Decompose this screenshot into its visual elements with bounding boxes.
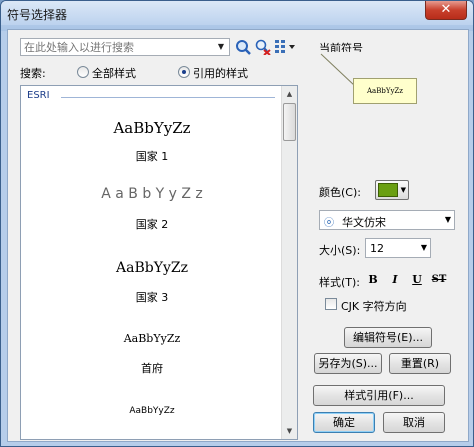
search-box[interactable]: ▼ — [20, 38, 230, 56]
symbol-preview[interactable]: AaBbYyZz — [21, 119, 283, 137]
symbol-preview[interactable]: AaBbYyZz — [21, 406, 283, 416]
style-label: 样式(T): — [319, 276, 361, 289]
clear-search-icon[interactable] — [255, 39, 271, 55]
bold-button[interactable]: B — [364, 271, 382, 289]
strikethrough-button[interactable]: ST — [430, 271, 448, 289]
window-title: 符号选择器 — [7, 8, 68, 22]
grid-view-icon[interactable] — [274, 39, 296, 55]
radio-all-styles[interactable] — [77, 66, 89, 78]
group-divider — [61, 97, 275, 98]
search-icon[interactable] — [235, 39, 251, 55]
cancel-button[interactable]: 取消 — [383, 412, 445, 433]
chevron-down-icon: ▼ — [420, 243, 427, 252]
symbol-preview[interactable]: A a B b Y y Z z — [21, 186, 283, 202]
scroll-up-icon[interactable]: ▲ — [282, 86, 297, 102]
color-swatch — [378, 183, 398, 197]
font-type-icon: ⓞ — [324, 218, 334, 229]
italic-button[interactable]: I — [386, 271, 404, 289]
save-as-button[interactable]: 另存为(S)... — [314, 353, 382, 374]
font-value: 华文仿宋 — [342, 216, 386, 229]
radio-all-styles-label[interactable]: 全部样式 — [92, 65, 136, 81]
size-value: 12 — [370, 242, 384, 255]
symbol-list[interactable]: ESRI AaBbYyZz 国家 1 A a B b Y y Z z 国家 2 … — [20, 85, 298, 440]
symbol-name[interactable]: 首府 — [21, 360, 283, 376]
cjk-orientation-label[interactable]: CJK 字符方向 — [341, 298, 407, 314]
ok-button[interactable]: 确定 — [313, 412, 375, 433]
symbol-name[interactable]: 国家 3 — [21, 289, 283, 305]
symbol-name[interactable]: 国家 2 — [21, 216, 283, 232]
symbol-preview[interactable]: AaBbYyZz — [21, 260, 283, 276]
font-select[interactable]: ⓞ 华文仿宋 ▼ — [319, 210, 455, 230]
color-label: 颜色(C): — [319, 186, 361, 199]
filter-label: 搜索: — [20, 67, 46, 80]
dialog-body: ▼ 搜索: 全部样式 引用的样式 ESRI AaBbYyZz — [7, 29, 469, 442]
close-button[interactable]: ✕ — [425, 1, 467, 20]
chevron-down-icon[interactable]: ▼ — [214, 40, 228, 54]
chevron-down-icon: ▼ — [400, 186, 406, 194]
size-select[interactable]: 12 ▼ — [365, 238, 431, 258]
current-symbol-preview — [319, 52, 465, 162]
color-picker-button[interactable]: ▼ — [375, 180, 409, 200]
title-bar[interactable]: 符号选择器 ✕ — [1, 1, 473, 25]
radio-referenced-styles[interactable] — [178, 66, 190, 78]
search-input[interactable] — [24, 40, 210, 54]
symbol-selector-window: 符号选择器 ✕ ▼ 搜索: 全部样式 引用的样式 — [0, 0, 474, 447]
size-label: 大小(S): — [319, 244, 361, 257]
group-header: ESRI — [27, 90, 50, 101]
underline-button[interactable]: U — [408, 271, 426, 289]
chevron-down-icon: ▼ — [444, 215, 451, 224]
callout-preview: AaBbYyZz — [353, 78, 417, 104]
symbol-preview[interactable]: AaBbYyZz — [21, 332, 283, 345]
cjk-orientation-checkbox[interactable] — [325, 298, 337, 310]
style-references-button[interactable]: 样式引用(F)... — [313, 385, 445, 406]
symbol-name[interactable]: 国家 1 — [21, 148, 283, 164]
edit-symbol-button[interactable]: 编辑符号(E)... — [344, 327, 432, 348]
list-scrollbar[interactable]: ▲ ▼ — [281, 86, 297, 439]
radio-referenced-styles-label[interactable]: 引用的样式 — [193, 65, 248, 81]
scroll-down-icon[interactable]: ▼ — [282, 423, 297, 439]
scroll-thumb[interactable] — [283, 103, 296, 141]
reset-button[interactable]: 重置(R) — [389, 353, 451, 374]
